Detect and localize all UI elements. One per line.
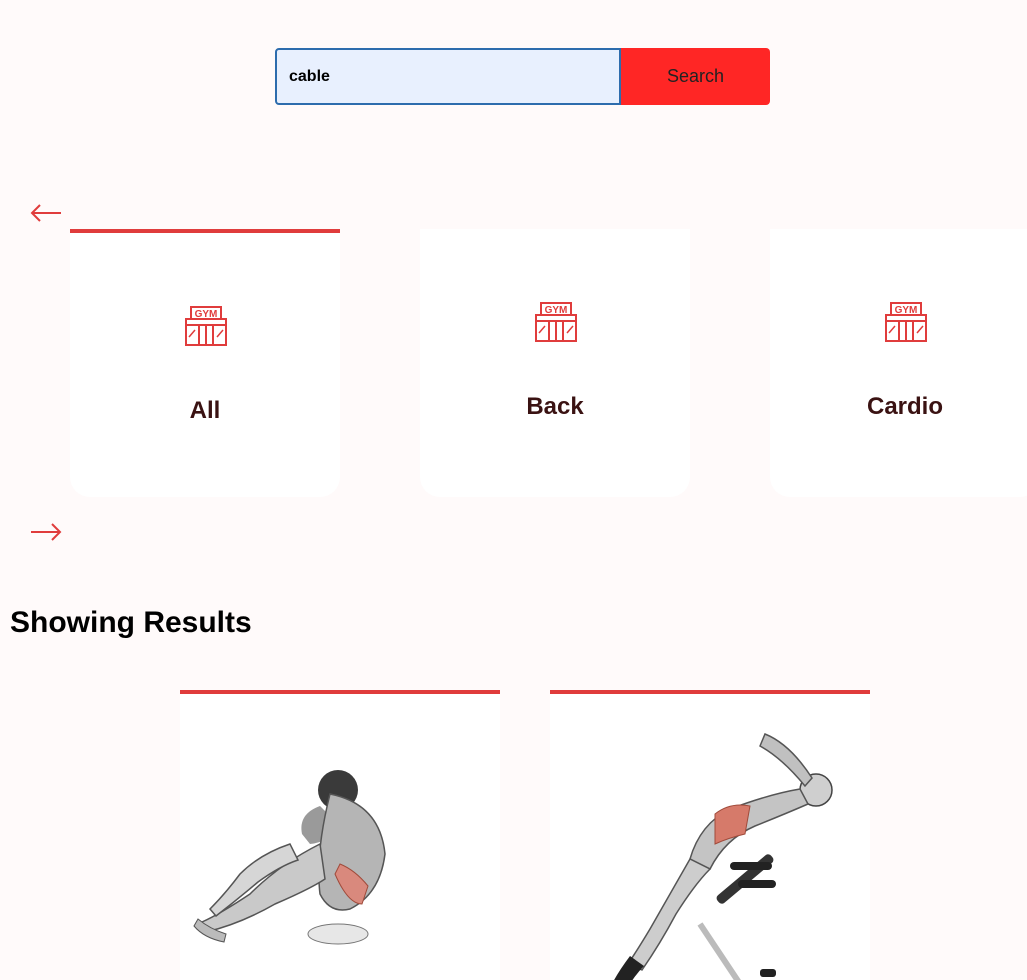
gym-icon: GYM xyxy=(535,301,577,343)
category-card-all[interactable]: GYM All xyxy=(70,229,340,497)
gym-icon: GYM xyxy=(185,305,227,347)
search-input[interactable] xyxy=(275,48,621,105)
results-title: Showing Results xyxy=(10,606,252,639)
exercise-image-decline-twist xyxy=(614,733,833,980)
category-card-cardio[interactable]: GYM Cardio xyxy=(770,229,1027,497)
gym-icon: GYM xyxy=(885,301,927,343)
category-card-back[interactable]: GYM Back xyxy=(420,229,690,497)
category-label: Cardio xyxy=(866,393,943,420)
arrow-left-icon[interactable] xyxy=(30,203,62,223)
category-label: Back xyxy=(526,393,584,420)
arrow-right-icon[interactable] xyxy=(30,522,62,542)
exercise-card[interactable] xyxy=(180,690,500,980)
exercise-image-crunch xyxy=(193,770,386,945)
exercise-card[interactable] xyxy=(550,690,870,980)
search-bar: Search xyxy=(275,48,770,105)
search-button[interactable]: Search xyxy=(621,48,770,105)
category-label: All xyxy=(189,397,221,424)
